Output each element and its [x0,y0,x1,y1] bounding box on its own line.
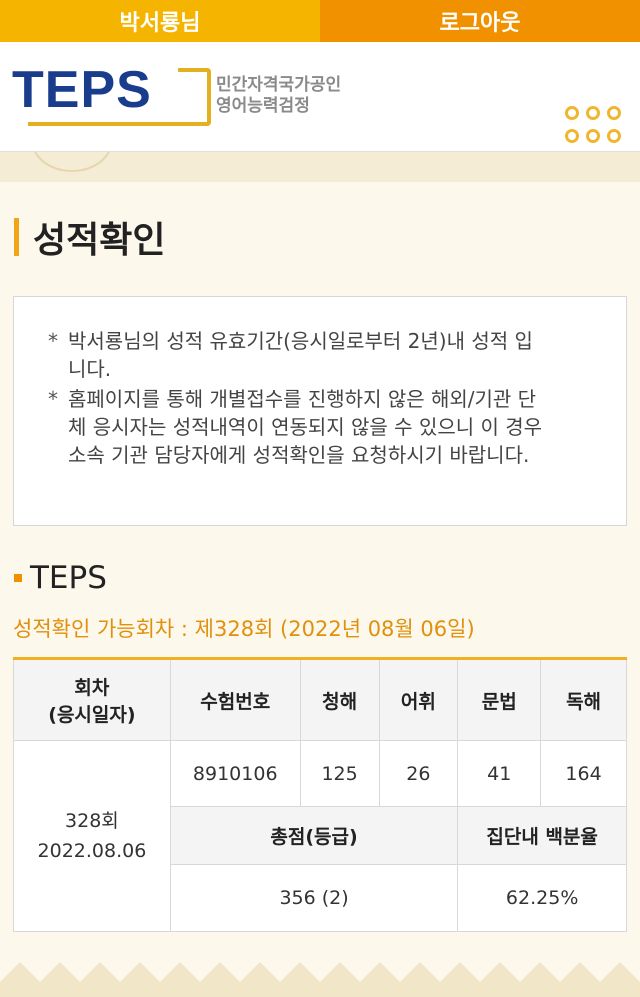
logo-subtitle-line2: 영어능력검정 [216,96,310,116]
score-table: 회차 (응시일자) 수험번호 청해 어휘 문법 독해 328회 2022.08.… [13,657,627,932]
section-title: TEPS [14,560,107,596]
notice-item: * 홈페이지를 통해 개별접수를 진행하지 않은 해외/기관 단체 응시자는 성… [48,385,596,469]
table-header-row: 회차 (응시일자) 수험번호 청해 어휘 문법 독해 [13,658,627,741]
notice-item: * 박서룡님의 성적 유효기간(응시일로부터 2년)내 성적 입니다. [48,327,596,383]
table-row: 328회 2022.08.06 8910106 125 26 41 164 [13,740,627,932]
header-reading: 독해 [540,658,627,741]
menu-dot [586,106,600,120]
user-name-link[interactable]: 박서룡님 [0,0,320,42]
menu-dot [607,129,621,143]
header-grammar: 문법 [457,658,542,741]
logo-subtitle: 민간자격국가공인 영어능력검정 [216,75,341,117]
decorative-band [0,152,640,182]
section-title-text: TEPS [30,560,107,596]
notice-bullet: * [48,329,58,353]
logo-subtitle-line1: 민간자격국가공인 [216,75,342,95]
notice-box: * 박서룡님의 성적 유효기간(응시일로부터 2년)내 성적 입니다. * 홈페… [13,296,627,526]
top-bar: 박서룡님 로그아웃 [0,0,640,42]
page-title: 성적확인 [14,214,166,261]
header-round-line2: (응시일자) [48,704,136,726]
logout-button[interactable]: 로그아웃 [320,0,640,42]
header-percentile: 집단내 백분율 [457,806,627,865]
menu-dot [586,129,600,143]
round-cell: 328회 2022.08.06 [13,740,171,932]
listening-value: 125 [299,740,380,807]
menu-dot [607,106,621,120]
vocab-value: 26 [378,740,459,807]
header-listening: 청해 [299,658,380,741]
percentile-value: 62.25% [457,864,627,932]
decorative-zigzag [0,958,640,997]
menu-dot [565,106,579,120]
menu-dot [565,129,579,143]
section-square-icon [14,574,22,582]
round-date: 2022.08.06 [37,840,147,862]
decorative-arc [32,152,112,172]
logo-text: TEPS [12,61,152,119]
header-total: 총점(등급) [169,806,459,865]
reading-value: 164 [540,740,627,807]
notice-bullet: * [48,387,58,411]
total-value: 356 (2) [169,864,459,932]
exam-no-value: 8910106 [169,740,301,807]
available-round-text: 성적확인 가능회차 : 제328회 (2022년 08월 06일) [13,617,475,641]
title-accent-bar [14,218,19,256]
notice-text: 홈페이지를 통해 개별접수를 진행하지 않은 해외/기관 단체 응시자는 성적내… [68,387,543,467]
header-vocab: 어휘 [378,658,459,741]
header: TEPS 민간자격국가공인 영어능력검정 [0,42,640,166]
round-number: 328회 [65,810,119,832]
notice-text: 박서룡님의 성적 유효기간(응시일로부터 2년)내 성적 입니다. [68,329,533,381]
grammar-value: 41 [457,740,542,807]
header-round: 회차 (응시일자) [13,658,171,741]
header-round-line1: 회차 [74,677,110,699]
header-exam-no: 수험번호 [169,658,301,741]
page-title-text: 성적확인 [33,220,166,261]
